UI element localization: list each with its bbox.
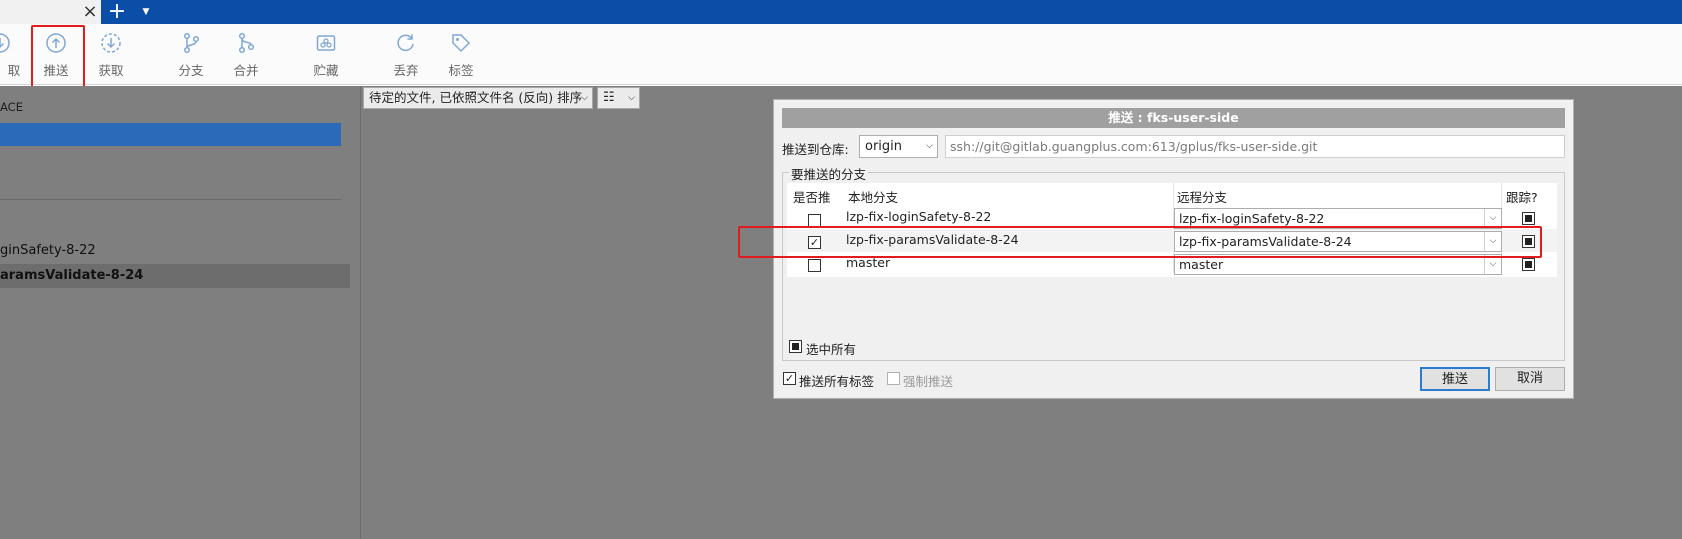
pull-button[interactable]: 取 [0,30,22,80]
select-all-checkbox[interactable] [789,340,802,353]
stash-icon [316,35,336,51]
close-tab-icon[interactable]: × [80,2,100,22]
branches-group-label: 要推送的分支 [789,164,869,183]
stash-label: 贮藏 [313,63,339,78]
push-all-tags-label: 推送所有标签 [799,374,875,389]
new-tab-icon[interactable]: + [106,1,128,23]
tag-button[interactable]: 标签 [439,30,483,80]
view-mode-dropdown[interactable]: ☷ ⌵ [597,87,640,109]
sidebar-divider [0,199,341,200]
fetch-button[interactable]: 获取 [89,30,133,80]
column-header-local: 本地分支 [848,190,899,205]
tag-icon [452,34,471,53]
file-sort-dropdown[interactable]: 待定的文件, 已依照文件名 (反向) 排序 ⌵ [363,87,593,109]
cancel-button[interactable]: 取消 [1495,367,1565,391]
merge-icon [238,32,255,54]
pull-icon [0,33,10,53]
branch-icon [183,32,200,54]
remote-repo-select[interactable]: origin ⌵ [859,135,938,158]
remote-url-field[interactable]: ssh://git@gitlab.guangplus.com:613/gplus… [945,135,1565,158]
chevron-down-icon: ⌵ [628,93,635,103]
chevron-down-icon: ⌵ [581,93,588,103]
fetch-icon [101,33,121,53]
discard-icon [397,34,414,52]
list-view-icon: ☷ [603,90,615,105]
stash-button[interactable]: 贮藏 [304,30,348,80]
sidebar [0,86,361,539]
file-sort-label: 待定的文件, 已依照文件名 (反向) 排序 [369,90,583,105]
merge-label: 合并 [233,63,259,78]
discard-button[interactable]: 丢弃 [384,30,428,80]
remote-branch-value: lzp-fix-loginSafety-8-22 [1179,211,1325,226]
push-to-repo-label: 推送到仓库: [782,142,849,157]
remote-repo-value: origin [865,139,903,154]
fetch-label: 获取 [98,63,124,78]
branch-row-highlight-box [738,226,1542,258]
push-all-tags-checkbox[interactable]: ✓ [783,372,796,385]
discard-label: 丢弃 [393,63,419,78]
merge-button[interactable]: 合并 [224,30,268,80]
title-bar [0,0,1682,24]
sidebar-selected-item[interactable] [0,123,341,146]
select-all-label: 选中所有 [806,342,857,357]
column-header-push: 是否推 [793,190,831,205]
column-header-remote: 远程分支 [1177,190,1228,205]
branch-label: 分支 [178,63,204,78]
workspace-label: ACE [0,100,23,114]
column-header-track: 跟踪? [1506,190,1538,205]
dialog-title: 推送 : fks-user-side [782,108,1565,128]
sidebar-current-branch-label: aramsValidate-8-24 [0,268,144,283]
force-push-checkbox[interactable] [887,372,900,385]
branch-button[interactable]: 分支 [169,30,213,80]
row-push-checkbox[interactable] [808,259,821,272]
pull-label: 取 [7,63,21,78]
row-track-checkbox[interactable] [1522,212,1535,225]
sidebar-branch-item[interactable]: ginSafety-8-22 [0,243,96,258]
tag-label: 标签 [448,63,474,78]
tab-menu-icon[interactable]: ▼ [139,2,153,22]
local-branch-name: lzp-fix-loginSafety-8-22 [846,209,992,224]
chevron-down-icon: ⌵ [926,141,933,151]
row-track-checkbox[interactable] [1522,258,1535,271]
force-push-label: 强制推送 [903,374,954,389]
push-button[interactable]: 推送 [1420,367,1490,391]
remote-branch-value: master [1179,257,1224,272]
